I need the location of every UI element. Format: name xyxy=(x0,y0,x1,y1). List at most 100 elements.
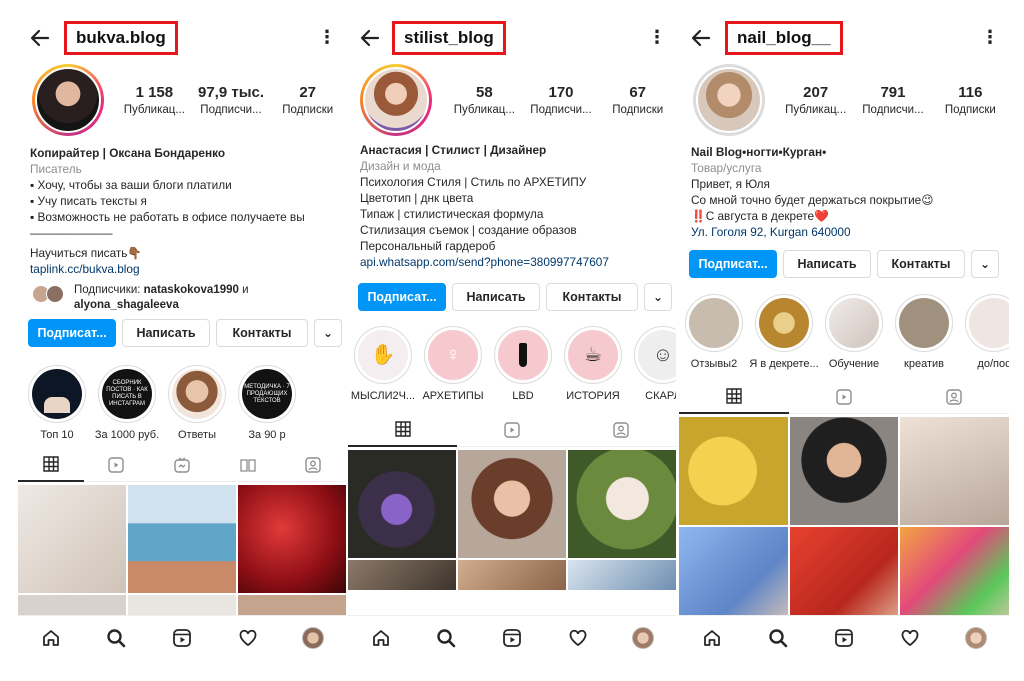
highlight-item[interactable]: до/пос xyxy=(959,294,1009,374)
highlight-item[interactable]: Топ 10 xyxy=(22,365,92,445)
follow-button[interactable]: Подписат... xyxy=(28,319,116,347)
more-options-icon[interactable]: ⋮ xyxy=(318,28,336,48)
more-options-icon[interactable]: ⋮ xyxy=(648,28,666,48)
highlight-item[interactable]: LBD xyxy=(488,326,558,406)
grid-icon xyxy=(394,421,411,437)
highlight-item[interactable]: МЕТОДИЧКА · 7 ПРОДАЮЩИХ ТЕКСТОВ За 90 р xyxy=(232,365,302,445)
message-button[interactable]: Написать xyxy=(452,283,540,311)
highlight-item[interactable]: креатив xyxy=(889,294,959,374)
reels-icon xyxy=(836,388,852,405)
post-thumbnail[interactable] xyxy=(128,595,236,615)
post-thumbnail[interactable] xyxy=(568,450,676,558)
highlight-item[interactable]: ☺СКАРЛ xyxy=(628,326,676,406)
igtv-icon xyxy=(174,456,190,473)
bio-line: Привет, я Юля xyxy=(691,177,770,191)
back-arrow-icon[interactable] xyxy=(689,26,713,50)
following-stat[interactable]: 116 Подписки xyxy=(932,84,1009,116)
home-icon[interactable] xyxy=(18,628,84,648)
reels-nav-icon[interactable] xyxy=(811,628,877,648)
post-thumbnail[interactable] xyxy=(18,485,126,593)
post-thumbnail[interactable] xyxy=(128,485,236,593)
contacts-button[interactable]: Контакты xyxy=(546,283,638,311)
tab-grid[interactable] xyxy=(679,380,789,414)
message-button[interactable]: Написать xyxy=(122,319,210,347)
back-arrow-icon[interactable] xyxy=(358,26,382,50)
reels-nav-icon[interactable] xyxy=(479,628,545,648)
profile-avatar-nav[interactable] xyxy=(610,626,676,649)
search-icon[interactable] xyxy=(745,628,811,648)
post-thumbnail[interactable] xyxy=(458,560,566,590)
heart-icon[interactable] xyxy=(215,628,281,648)
contacts-button[interactable]: Контакты xyxy=(216,319,308,347)
tab-tagged[interactable] xyxy=(899,380,1009,414)
address-link[interactable]: Ул. Гоголя 92, Kurgan 640000 xyxy=(691,224,1001,240)
post-thumbnail[interactable] xyxy=(679,417,788,525)
following-stat[interactable]: 67 Подписки xyxy=(599,84,676,116)
profile-avatar-nav[interactable] xyxy=(280,626,346,649)
tab-grid[interactable] xyxy=(348,413,458,447)
highlight-item[interactable]: Обучение xyxy=(819,294,889,374)
highlight-item[interactable]: Отзывы2 xyxy=(679,294,749,374)
post-thumbnail[interactable] xyxy=(568,560,676,590)
highlight-item[interactable]: Я в декрете... xyxy=(749,294,819,374)
reels-nav-icon[interactable] xyxy=(149,628,215,648)
tab-guides[interactable] xyxy=(214,448,281,482)
tab-reels[interactable] xyxy=(457,413,567,447)
profile-bio: Анастасия | Стилист | Дизайнер Дизайн и … xyxy=(360,142,668,270)
heart-icon[interactable] xyxy=(877,628,943,648)
posts-grid xyxy=(18,485,346,615)
highlight-item[interactable]: Ответы xyxy=(162,365,232,445)
tab-reels[interactable] xyxy=(83,448,150,482)
post-thumbnail[interactable] xyxy=(348,450,456,558)
avatar[interactable] xyxy=(32,64,104,136)
search-icon[interactable] xyxy=(84,628,150,648)
suggested-chevron-button[interactable]: ⌄ xyxy=(644,283,672,311)
bio-link[interactable]: api.whatsapp.com/send?phone=380997747607 xyxy=(360,254,668,270)
highlight-item[interactable]: СБОРНИК ПОСТОВ · КАК ПИСАТЬ В ИНСТАГРАМ З… xyxy=(92,365,162,445)
more-options-icon[interactable]: ⋮ xyxy=(981,28,999,48)
back-arrow-icon[interactable] xyxy=(28,26,52,50)
post-thumbnail[interactable] xyxy=(458,450,566,558)
message-button[interactable]: Написать xyxy=(783,250,871,278)
suggested-chevron-button[interactable]: ⌄ xyxy=(314,319,342,347)
search-icon[interactable] xyxy=(414,628,480,648)
followers-stat[interactable]: 791 Подписчи... xyxy=(854,84,931,116)
highlight-item[interactable]: ♀ АРХЕТИПЫ xyxy=(418,326,488,406)
reels-icon xyxy=(108,456,125,473)
posts-grid xyxy=(348,450,676,590)
post-thumbnail[interactable] xyxy=(238,485,346,593)
followed-by[interactable]: Подписчики: nataskokova1990 и alyona_sha… xyxy=(30,283,338,313)
posts-stat[interactable]: 1 158 Публикац... xyxy=(116,84,193,116)
tab-tagged[interactable] xyxy=(280,448,346,482)
highlight-item[interactable]: ✋ МЫСЛИ2Ч... xyxy=(348,326,418,406)
post-thumbnail[interactable] xyxy=(900,417,1009,525)
highlight-item[interactable]: ☕ ИСТОРИЯ xyxy=(558,326,628,406)
tagged-person-icon xyxy=(946,388,962,405)
tab-grid[interactable] xyxy=(18,448,84,482)
followers-stat[interactable]: 97,9 тыс. Подписчи... xyxy=(193,84,270,116)
tab-tagged[interactable] xyxy=(566,413,676,447)
profile-avatar-nav[interactable] xyxy=(943,626,1009,649)
bio-link[interactable]: taplink.cc/bukva.blog xyxy=(30,261,338,277)
followers-stat[interactable]: 170 Подписчи... xyxy=(523,84,600,116)
username: nail_blog__ xyxy=(737,28,831,47)
posts-stat[interactable]: 58 Публикац... xyxy=(446,84,523,116)
suggested-chevron-button[interactable]: ⌄ xyxy=(971,250,999,278)
action-buttons: Подписат... Написать Контакты ⌄ xyxy=(358,283,672,311)
home-icon[interactable] xyxy=(348,628,414,648)
heart-icon[interactable] xyxy=(545,628,611,648)
avatar[interactable] xyxy=(360,64,432,136)
post-thumbnail[interactable] xyxy=(789,417,899,525)
tab-igtv[interactable] xyxy=(149,448,215,482)
home-icon[interactable] xyxy=(679,628,745,648)
avatar[interactable] xyxy=(693,64,765,136)
contacts-button[interactable]: Контакты xyxy=(877,250,965,278)
posts-stat[interactable]: 207 Публикац... xyxy=(777,84,854,116)
post-thumbnail[interactable] xyxy=(348,560,456,590)
post-thumbnail[interactable] xyxy=(18,595,126,615)
follow-button[interactable]: Подписат... xyxy=(689,250,777,278)
following-stat[interactable]: 27 Подписки xyxy=(269,84,346,116)
tab-reels[interactable] xyxy=(789,380,899,414)
post-thumbnail[interactable] xyxy=(238,595,346,615)
follow-button[interactable]: Подписат... xyxy=(358,283,446,311)
